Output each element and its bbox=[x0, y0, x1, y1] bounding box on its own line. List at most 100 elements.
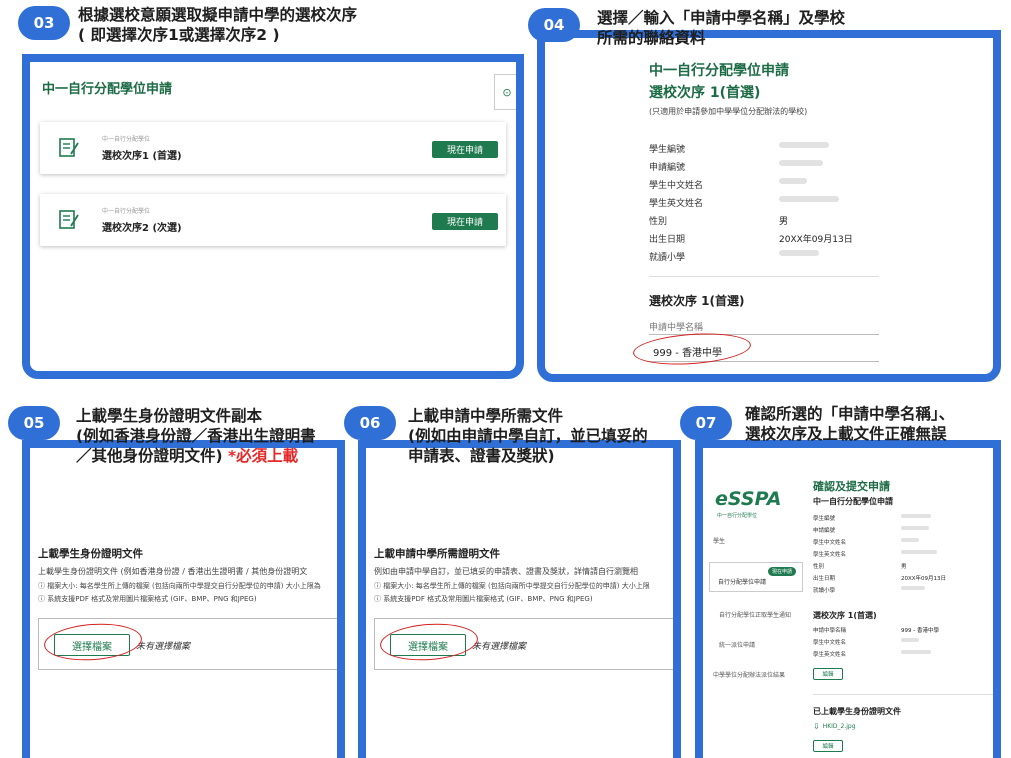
info-icon: ⊙ bbox=[502, 85, 512, 99]
file-size-info: ⓘ 檔案大小: 每名學生所上傳的檔案 (包括向兩所中學提交自行分配學位的申請) … bbox=[374, 582, 650, 590]
field-label: 申請中學名稱 bbox=[813, 628, 847, 634]
field-row: 性別 男 bbox=[649, 214, 788, 227]
nav-label: 統一派位申請 bbox=[719, 642, 756, 649]
download-icon: ⇩ bbox=[813, 722, 820, 731]
step-04-screenshot: 中一自行分配學位申請 選校次序 1(首選) (只適用於申請參加中學學位分配辦法的… bbox=[537, 30, 1001, 382]
field-row: 學生英文姓名 bbox=[649, 196, 839, 209]
side-panel[interactable]: ⊙ bbox=[494, 74, 516, 110]
uploaded-file[interactable]: ⇩ HKID_2.jpg bbox=[813, 722, 856, 731]
divider bbox=[813, 694, 993, 695]
step-03-title: 根據選校意願選取擬申請中學的選校次序 ( 即選擇次序1或選擇次序2 ) bbox=[78, 6, 358, 44]
apply-now-button-2[interactable]: 現在申請 bbox=[432, 213, 498, 230]
field-label: 學生編號 bbox=[813, 516, 836, 522]
field-row: 學生中文姓名 bbox=[813, 638, 919, 646]
section-2-title: 已上載學生身份證明文件 bbox=[813, 707, 901, 716]
field-row: 學生英文姓名 bbox=[813, 550, 937, 558]
confirm-heading: 確認及提交申請 bbox=[813, 480, 890, 493]
step-04-badge: 04 bbox=[528, 8, 580, 42]
field-row: 學生編號 bbox=[813, 514, 931, 522]
step-04-note: (只適用於申請參加中學學位分配辦法的學校) bbox=[649, 107, 808, 116]
field-label: 出生日期 bbox=[813, 576, 836, 582]
field-row: 出生日期 20XX年09月13日 bbox=[813, 574, 946, 582]
step-03-screenshot: 中一自行分配學位申請 ⊙ 中一自行分配學位 選校次序1 (首選) 現在申請 中一… bbox=[22, 54, 524, 379]
field-value: 男 bbox=[779, 217, 789, 227]
step-07-badge: 07 bbox=[680, 406, 732, 440]
field-row: 學生中文姓名 bbox=[649, 178, 807, 191]
step-04-heading-1: 中一自行分配學位申請 bbox=[649, 63, 789, 79]
choice-card-2[interactable]: 中一自行分配學位 選校次序2 (次選) 現在申請 bbox=[40, 194, 506, 246]
blurred-value bbox=[901, 526, 929, 530]
field-value: 999 - 香港中學 bbox=[901, 628, 939, 634]
sidebar-item-allocation-result[interactable]: 中學學位分配辦法派位結果 bbox=[709, 664, 803, 684]
sidebar-item-central-allocation[interactable]: 統一派位申請 bbox=[709, 634, 803, 654]
field-label: 學生英文姓名 bbox=[813, 552, 847, 558]
upload-id-desc: 上載學生身份證明文件 (例如香港身份證 / 香港出生證明書 / 其他身份證明文 bbox=[38, 567, 308, 576]
step-05-screenshot: 上載學生身份證明文件 上載學生身份證明文件 (例如香港身份證 / 香港出生證明書… bbox=[22, 440, 345, 758]
blurred-value bbox=[779, 178, 807, 184]
required-note: *必須上載 bbox=[227, 447, 299, 465]
file-format-info: ⓘ 系統支援PDF 格式及常用圖片檔案格式 (GIF、BMP、PNG 和JPEG… bbox=[38, 595, 257, 603]
sidebar-item-student[interactable]: 學生 bbox=[709, 532, 803, 552]
field-value: 20XX年09月13日 bbox=[779, 235, 853, 245]
field-row: 學生編號 bbox=[649, 142, 829, 155]
highlight-ring bbox=[632, 329, 752, 369]
field-label: 就讀小學 bbox=[813, 588, 836, 594]
upload-school-doc-desc: 例如由申請中學自訂，並已填妥的申請表、證書及獎狀，詳情請自行瀏覽相 bbox=[374, 567, 638, 576]
document-edit-icon bbox=[59, 210, 79, 229]
step-06-badge: 06 bbox=[344, 406, 396, 440]
nav-label: 自行分配學位正取學生通知 bbox=[719, 612, 792, 619]
logo-subtitle: 中一自行分配學位 bbox=[717, 513, 758, 519]
step-07-screenshot: eSSPA 中一自行分配學位 學生 自行分配學位申請 現在申請 自行分配學位正取… bbox=[695, 440, 1001, 758]
field-row: 出生日期 20XX年09月13日 bbox=[649, 232, 853, 245]
field-label: 申請編號 bbox=[649, 163, 686, 173]
field-row: 就讀小學 bbox=[649, 250, 819, 263]
nav-label: 學生 bbox=[713, 538, 726, 545]
edit-button-1[interactable]: 編輯 bbox=[813, 668, 843, 680]
blurred-value bbox=[901, 550, 937, 554]
apply-now-button-1[interactable]: 現在申請 bbox=[432, 141, 498, 158]
field-label: 性別 bbox=[649, 217, 668, 227]
document-edit-icon bbox=[59, 138, 79, 157]
card-2-label: 選校次序2 (次選) bbox=[102, 223, 182, 234]
step-06-screenshot: 上載申請中學所需證明文件 例如由申請中學自訂，並已填妥的申請表、證書及獎狀，詳情… bbox=[358, 440, 681, 758]
step-07-title: 確認所選的「申請中學名稱」、 選校次序及上載文件正確無誤 bbox=[745, 405, 955, 443]
field-row: 申請編號 bbox=[813, 526, 929, 534]
choice-card-1[interactable]: 中一自行分配學位 選校次序1 (首選) 現在申請 bbox=[40, 122, 506, 174]
essspa-logo: eSSPA bbox=[715, 488, 782, 510]
confirm-subheading: 中一自行分配學位申請 bbox=[813, 497, 893, 506]
card-2-small: 中一自行分配學位 bbox=[102, 208, 151, 215]
blurred-value bbox=[901, 514, 931, 518]
file-format-info: ⓘ 系統支援PDF 格式及常用圖片檔案格式 (GIF、BMP、PNG 和JPEG… bbox=[374, 595, 593, 603]
field-label: 性別 bbox=[813, 564, 825, 570]
blurred-value bbox=[779, 160, 823, 166]
field-label: 學生中文姓名 bbox=[813, 640, 847, 646]
sidebar-item-offer-notice[interactable]: 自行分配學位正取學生通知 bbox=[709, 604, 803, 624]
field-row: 申請編號 bbox=[649, 160, 823, 173]
step-03-heading: 中一自行分配學位申請 bbox=[42, 82, 173, 97]
field-label: 學生中文姓名 bbox=[649, 181, 704, 191]
field-row: 學生中文姓名 bbox=[813, 538, 919, 546]
school-name-label: 申請中學名稱 bbox=[649, 323, 704, 333]
upload-school-doc-heading: 上載申請中學所需證明文件 bbox=[374, 548, 500, 560]
field-label: 就讀小學 bbox=[649, 253, 686, 263]
field-value: 男 bbox=[901, 564, 907, 570]
field-row: 性別 男 bbox=[813, 562, 907, 570]
apply-now-badge: 現在申請 bbox=[767, 567, 796, 576]
blurred-value bbox=[779, 250, 819, 256]
blurred-value bbox=[901, 586, 925, 590]
field-label: 申請編號 bbox=[813, 528, 836, 534]
step-06-title: 上載申請中學所需文件 (例如由申請中學自訂，並已填妥的 申請表、證書及獎狀) bbox=[408, 407, 648, 465]
edit-button-2[interactable]: 編輯 bbox=[813, 740, 843, 752]
file-name: HKID_2.jpg bbox=[822, 723, 856, 730]
file-size-info: ⓘ 檔案大小: 每名學生所上傳的檔案 (包括向兩所中學提交自行分配學位的申請) … bbox=[38, 582, 321, 590]
sidebar-item-self-allocation[interactable]: 自行分配學位申請 現在申請 bbox=[709, 562, 803, 592]
upload-id-heading: 上載學生身份證明文件 bbox=[38, 548, 143, 560]
field-value: 20XX年09月13日 bbox=[901, 576, 947, 582]
step-03-badge: 03 bbox=[18, 6, 70, 40]
blurred-value bbox=[779, 142, 829, 148]
field-row: 就讀小學 bbox=[813, 586, 925, 594]
field-row: 學生英文姓名 bbox=[813, 650, 931, 658]
nav-label: 中學學位分配辦法派位結果 bbox=[713, 672, 786, 679]
field-label: 學生英文姓名 bbox=[649, 199, 704, 209]
field-label: 學生編號 bbox=[649, 145, 686, 155]
